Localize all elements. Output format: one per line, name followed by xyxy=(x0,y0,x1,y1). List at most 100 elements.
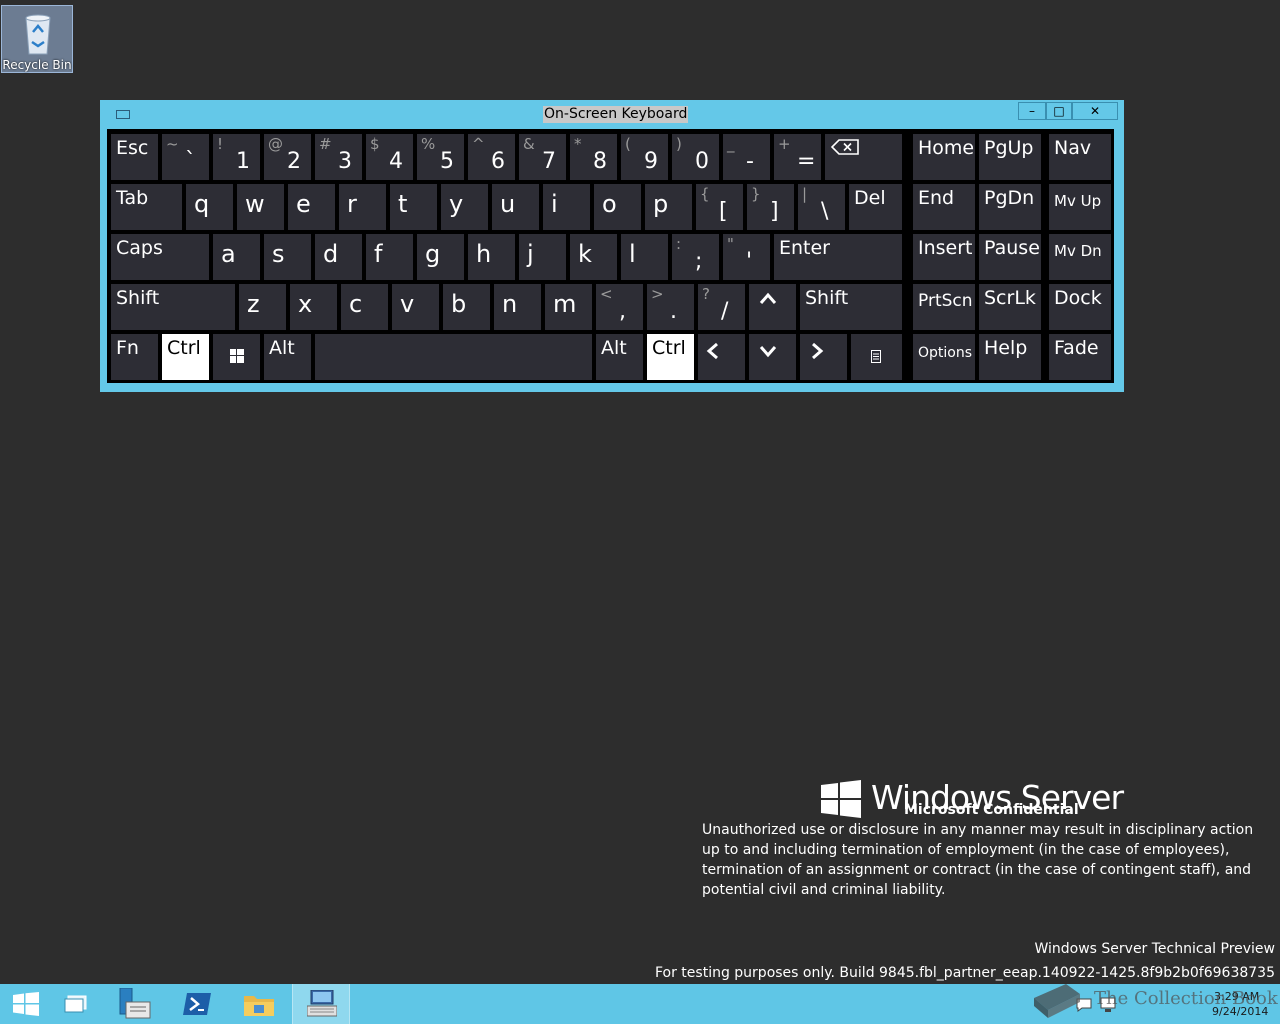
key-open-bracket[interactable]: {[ xyxy=(696,184,743,230)
key-6[interactable]: ^ 6 xyxy=(468,134,515,180)
key-d[interactable]: d xyxy=(315,234,362,280)
key-minus[interactable]: _ - xyxy=(723,134,770,180)
key-quote[interactable]: " ' xyxy=(723,234,770,280)
key-end[interactable]: End xyxy=(913,184,975,230)
key-i[interactable]: i xyxy=(543,184,590,230)
key-space[interactable] xyxy=(315,334,592,380)
key-f[interactable]: f xyxy=(366,234,413,280)
key-m[interactable]: m xyxy=(545,284,592,330)
key-insert[interactable]: Insert xyxy=(913,234,975,280)
key-s[interactable]: s xyxy=(264,234,311,280)
task-view-button[interactable] xyxy=(48,984,106,1024)
key-v[interactable]: v xyxy=(392,284,439,330)
key-nav[interactable]: Nav xyxy=(1049,134,1111,180)
key-n[interactable]: n xyxy=(494,284,541,330)
key-left-ctrl[interactable]: Ctrl xyxy=(162,334,209,380)
key-move-up[interactable]: Mv Up xyxy=(1049,184,1111,230)
key-fn[interactable]: Fn xyxy=(111,334,158,380)
key-b[interactable]: b xyxy=(443,284,490,330)
key-z[interactable]: z xyxy=(239,284,286,330)
key-g[interactable]: g xyxy=(417,234,464,280)
powershell-button[interactable] xyxy=(168,984,226,1024)
preview-label: Windows Server Technical Preview xyxy=(1034,941,1275,957)
key-e[interactable]: e xyxy=(288,184,335,230)
server-manager-button[interactable] xyxy=(106,984,164,1024)
key-move-down[interactable]: Mv Dn xyxy=(1049,234,1111,280)
file-explorer-button[interactable] xyxy=(230,984,288,1024)
key-t[interactable]: t xyxy=(390,184,437,230)
key-shift-label: % xyxy=(421,135,436,153)
key-backtick[interactable]: ~ ` xyxy=(162,134,209,180)
key-pgup[interactable]: PgUp xyxy=(979,134,1041,180)
key-options[interactable]: Options xyxy=(913,334,975,380)
key-9[interactable]: (9 xyxy=(621,134,668,180)
key-4[interactable]: $4 xyxy=(366,134,413,180)
key-right-shift[interactable]: Shift xyxy=(800,284,902,330)
key-fade[interactable]: Fade xyxy=(1049,334,1111,380)
key-right-ctrl[interactable]: Ctrl xyxy=(647,334,694,380)
key-q[interactable]: q xyxy=(186,184,233,230)
key-comma[interactable]: <, xyxy=(596,284,643,330)
key-j[interactable]: j xyxy=(519,234,566,280)
key-1[interactable]: ! 1 xyxy=(213,134,260,180)
on-screen-keyboard-taskbar-button[interactable] xyxy=(292,984,350,1024)
key-c[interactable]: c xyxy=(341,284,388,330)
key-o[interactable]: o xyxy=(594,184,641,230)
key-3[interactable]: #3 xyxy=(315,134,362,180)
key-7[interactable]: & 7 xyxy=(519,134,566,180)
key-u[interactable]: u xyxy=(492,184,539,230)
key-close-bracket[interactable]: }] xyxy=(747,184,794,230)
key-0[interactable]: ) 0 xyxy=(672,134,719,180)
key-semicolon[interactable]: :; xyxy=(672,234,719,280)
key-a[interactable]: a xyxy=(213,234,260,280)
key-equals[interactable]: + = xyxy=(774,134,821,180)
maximize-button[interactable]: □ xyxy=(1046,102,1072,120)
key-left-shift[interactable]: Shift xyxy=(111,284,235,330)
key-enter[interactable]: Enter xyxy=(774,234,902,280)
key-right-alt[interactable]: Alt xyxy=(596,334,643,380)
key-down-arrow[interactable] xyxy=(749,334,796,380)
key-caps[interactable]: Caps xyxy=(111,234,209,280)
key-tab[interactable]: Tab xyxy=(111,184,182,230)
key-dock[interactable]: Dock xyxy=(1049,284,1111,330)
key-y[interactable]: y xyxy=(441,184,488,230)
key-label: t xyxy=(398,190,408,218)
key-8[interactable]: * 8 xyxy=(570,134,617,180)
key-backspace[interactable] xyxy=(825,134,902,180)
key-menu[interactable] xyxy=(851,334,902,380)
key-pause[interactable]: Pause xyxy=(979,234,1041,280)
recycle-bin-shortcut[interactable]: Recycle Bin xyxy=(1,5,73,73)
key-left-alt[interactable]: Alt xyxy=(264,334,311,380)
close-button[interactable]: ✕ xyxy=(1072,102,1118,120)
key-l[interactable]: l xyxy=(621,234,668,280)
key-prtscn[interactable]: PrtScn xyxy=(913,284,975,330)
minimize-button[interactable]: – xyxy=(1018,102,1046,120)
title-bar[interactable]: On-Screen Keyboard – □ ✕ xyxy=(100,100,1124,130)
key-label: ] xyxy=(770,199,779,224)
key-scrlk[interactable]: ScrLk xyxy=(979,284,1041,330)
key-pgdn[interactable]: PgDn xyxy=(979,184,1041,230)
key-2[interactable]: @2 xyxy=(264,134,311,180)
key-label: s xyxy=(272,240,285,268)
key-period[interactable]: >. xyxy=(647,284,694,330)
server-manager-icon xyxy=(119,988,151,1019)
key-k[interactable]: k xyxy=(570,234,617,280)
key-help[interactable]: Help xyxy=(979,334,1041,380)
key-p[interactable]: p xyxy=(645,184,692,230)
key-backslash[interactable]: | \ xyxy=(798,184,845,230)
key-5[interactable]: % 5 xyxy=(417,134,464,180)
key-del[interactable]: Del xyxy=(849,184,902,230)
key-right-arrow[interactable] xyxy=(800,334,847,380)
key-h[interactable]: h xyxy=(468,234,515,280)
key-home[interactable]: Home xyxy=(913,134,975,180)
key-slash[interactable]: ? / xyxy=(698,284,745,330)
key-r[interactable]: r xyxy=(339,184,386,230)
key-up-arrow[interactable] xyxy=(749,284,796,330)
left-arrow-icon xyxy=(706,342,718,360)
windows-logo-icon xyxy=(230,349,244,363)
key-x[interactable]: x xyxy=(290,284,337,330)
key-esc[interactable]: Esc xyxy=(111,134,158,180)
key-windows[interactable] xyxy=(213,334,260,380)
key-w[interactable]: w xyxy=(237,184,284,230)
key-left-arrow[interactable] xyxy=(698,334,745,380)
